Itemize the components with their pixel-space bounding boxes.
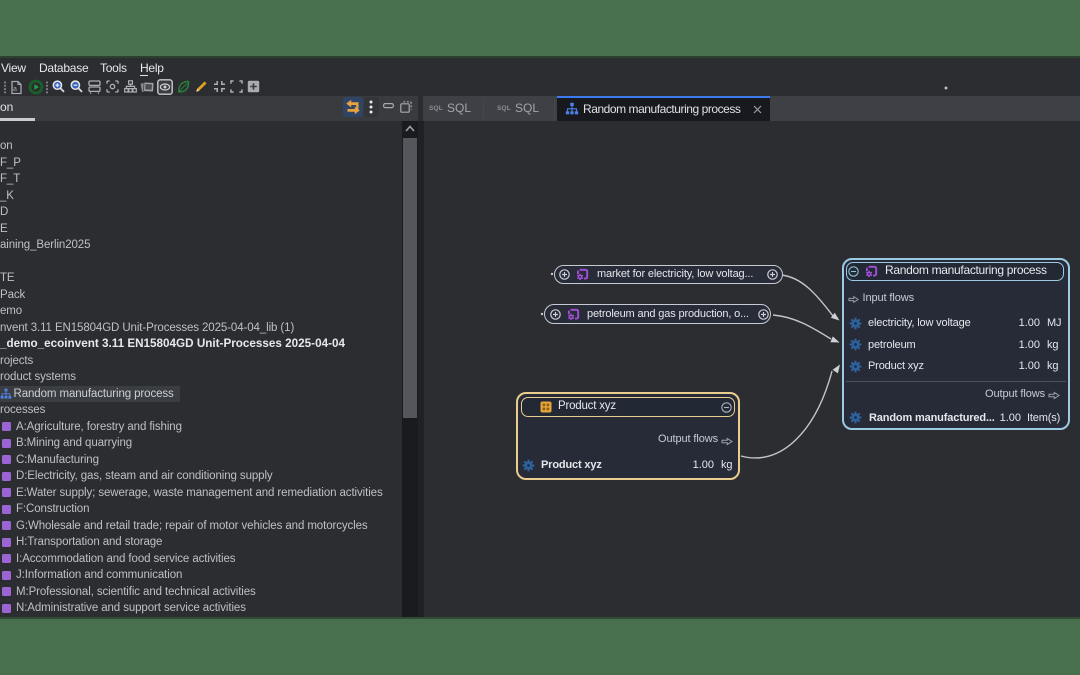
svg-text:a: a	[13, 86, 17, 93]
